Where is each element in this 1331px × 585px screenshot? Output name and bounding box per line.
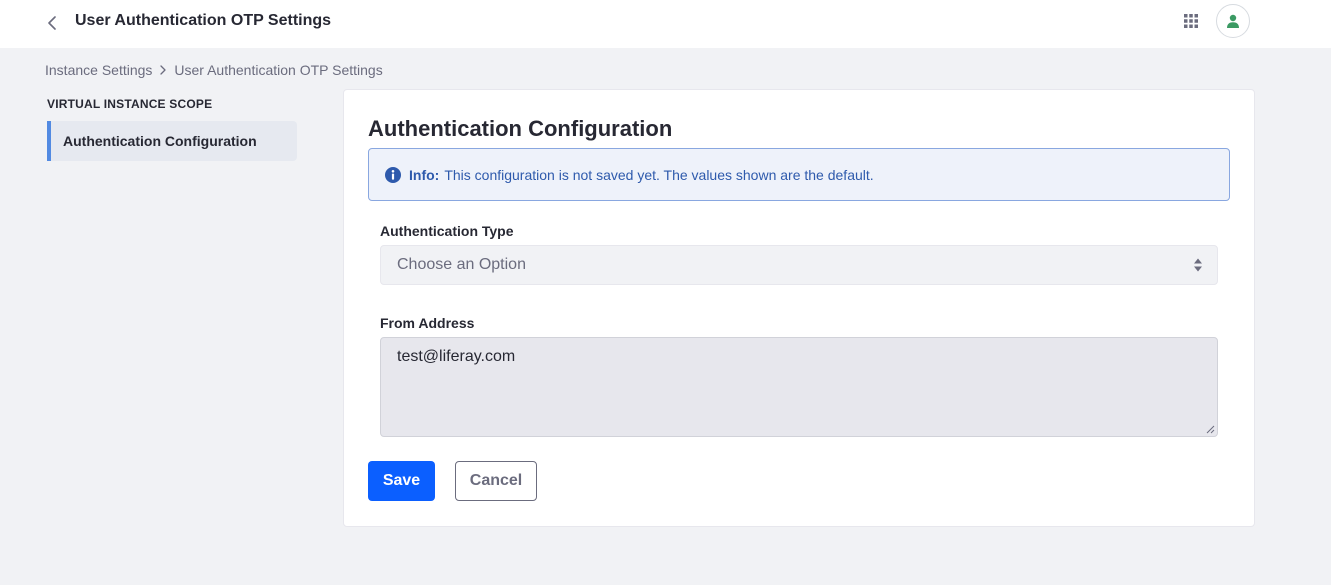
sidebar-item-label: Authentication Configuration: [63, 133, 257, 149]
info-alert: Info: This configuration is not saved ye…: [368, 148, 1230, 201]
apps-menu-button[interactable]: [1181, 11, 1201, 31]
grid-icon: [1184, 14, 1198, 28]
breadcrumb: Instance Settings User Authentication OT…: [45, 61, 383, 79]
from-address-value: test@liferay.com: [397, 348, 516, 365]
top-bar: User Authentication OTP Settings: [0, 0, 1331, 48]
cancel-button[interactable]: Cancel: [455, 461, 537, 501]
authentication-type-select[interactable]: Choose an Option: [380, 245, 1218, 285]
page-title: User Authentication OTP Settings: [75, 12, 332, 29]
sidebar-item-authentication-configuration[interactable]: Authentication Configuration: [47, 121, 297, 161]
configuration-card: Authentication Configuration Info: This …: [343, 89, 1255, 527]
breadcrumb-instance-settings[interactable]: Instance Settings: [45, 61, 152, 79]
select-placeholder: Choose an Option: [397, 256, 526, 273]
sidebar-scope-title: VIRTUAL INSTANCE SCOPE: [47, 97, 213, 111]
user-avatar-button[interactable]: [1216, 4, 1250, 38]
back-button[interactable]: [40, 11, 64, 35]
from-address-label: From Address: [380, 315, 475, 331]
alert-message: This configuration is not saved yet. The…: [444, 166, 874, 183]
save-button[interactable]: Save: [368, 461, 435, 501]
user-icon: [1226, 14, 1240, 28]
caret-double-icon: [1193, 257, 1203, 273]
chevron-left-icon: [47, 16, 57, 30]
info-icon: [385, 166, 401, 183]
alert-lead: Info:: [409, 166, 440, 183]
card-title: Authentication Configuration: [368, 116, 673, 141]
authentication-type-label: Authentication Type: [380, 223, 514, 239]
chevron-right-icon: [160, 65, 167, 75]
from-address-textarea[interactable]: test@liferay.com: [380, 337, 1218, 437]
resize-grip-icon[interactable]: [1206, 425, 1215, 434]
breadcrumb-current: User Authentication OTP Settings: [174, 62, 383, 78]
